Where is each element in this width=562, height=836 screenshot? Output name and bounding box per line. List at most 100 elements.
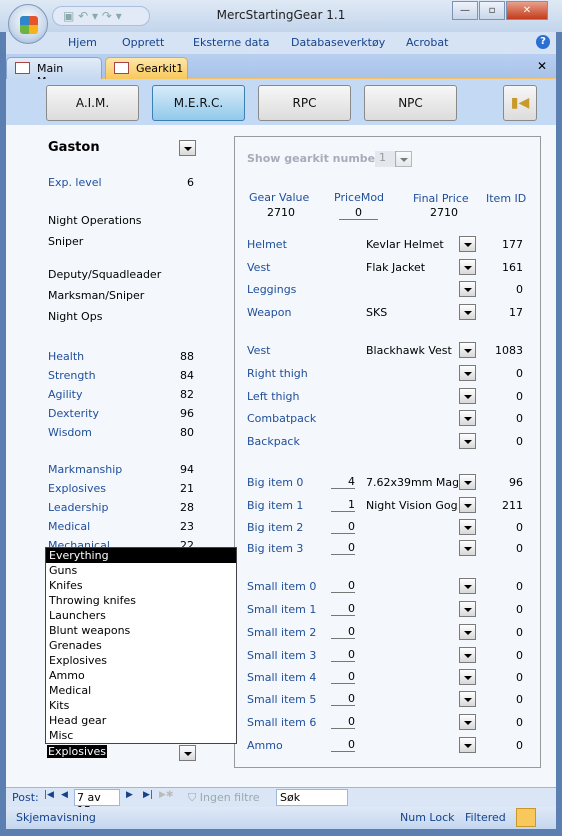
dropdown-option[interactable]: Knifes: [46, 578, 236, 593]
dropdown-option[interactable]: Medical: [46, 683, 236, 698]
item-dropdown-button[interactable]: [459, 691, 476, 707]
ribbon-tab-eksterne-data[interactable]: Eksterne data: [193, 36, 269, 49]
previous-record-icon[interactable]: ◀: [61, 790, 68, 800]
item-dropdown-button[interactable]: [459, 669, 476, 685]
skill-value: 94: [180, 463, 194, 476]
attribute-value: 80: [180, 426, 194, 439]
skill-label: Explosives: [48, 482, 107, 495]
filter-button[interactable]: ⛉ Ingen filtre: [188, 791, 260, 805]
quantity-input[interactable]: 0: [331, 602, 355, 616]
item-dropdown-button[interactable]: [459, 497, 476, 513]
quantity-input[interactable]: 0: [331, 692, 355, 706]
help-icon[interactable]: ?: [536, 35, 550, 49]
item-id: 0: [516, 716, 523, 729]
dropdown-option[interactable]: Blunt weapons: [46, 623, 236, 638]
quantity-input[interactable]: 0: [331, 648, 355, 662]
pricemod-label: PriceMod: [334, 191, 385, 204]
dropdown-option[interactable]: Guns: [46, 563, 236, 578]
item-dropdown-button[interactable]: [459, 365, 476, 381]
item-dropdown-button[interactable]: [459, 601, 476, 617]
quantity-input[interactable]: 0: [331, 738, 355, 752]
maximize-button[interactable]: ▫: [479, 1, 505, 20]
merc-select-dropdown-button[interactable]: [179, 140, 196, 156]
item-dropdown-button[interactable]: [459, 474, 476, 490]
quantity-input[interactable]: 0: [331, 625, 355, 639]
item-id: 1083: [495, 344, 523, 357]
search-input[interactable]: Søk: [276, 789, 348, 806]
gearkit-number-select[interactable]: 1: [375, 151, 397, 167]
exit-door-icon[interactable]: ▮◀: [503, 85, 537, 121]
slot-label: Leggings: [247, 283, 297, 296]
dropdown-option[interactable]: Ammo: [46, 668, 236, 683]
item-name-input[interactable]: SKS: [366, 306, 458, 319]
item-dropdown-button[interactable]: [459, 410, 476, 426]
skill-label: Medical: [48, 520, 91, 533]
tab-label: Gearkit1: [136, 62, 184, 75]
slot-label: Left thigh: [247, 390, 300, 403]
tab-gearkit1[interactable]: Gearkit1: [105, 57, 188, 79]
category-dropdown-button[interactable]: [179, 745, 196, 761]
ribbon-tab-hjem[interactable]: Hjem: [68, 36, 97, 49]
pricemod-input[interactable]: 0: [339, 206, 378, 220]
dropdown-option[interactable]: Launchers: [46, 608, 236, 623]
item-dropdown-button[interactable]: [459, 624, 476, 640]
ribbon-tab-opprett[interactable]: Opprett: [122, 36, 164, 49]
dropdown-option[interactable]: Throwing knifes: [46, 593, 236, 608]
slot-label: Small item 5: [247, 693, 317, 706]
dropdown-option[interactable]: Misc: [46, 728, 236, 743]
dropdown-option[interactable]: Explosives: [46, 653, 236, 668]
gearkit-number-dropdown-button[interactable]: [395, 151, 412, 167]
item-dropdown-button[interactable]: [459, 388, 476, 404]
quantity-input[interactable]: 1: [331, 498, 355, 512]
quantity-input[interactable]: 0: [331, 715, 355, 729]
close-document-icon[interactable]: ✕: [537, 59, 547, 73]
skill-value: 23: [180, 520, 194, 533]
item-name-input[interactable]: Night Vision Gogg: [366, 499, 458, 512]
record-number-input[interactable]: 7 av 15: [74, 789, 120, 817]
form-view-icon[interactable]: [516, 808, 536, 827]
item-dropdown-button[interactable]: [459, 737, 476, 753]
npc-button[interactable]: NPC: [364, 85, 457, 121]
item-name-input[interactable]: 7.62x39mm Mag,: [366, 476, 458, 489]
aim-button[interactable]: A.I.M.: [46, 85, 139, 121]
item-dropdown-button[interactable]: [459, 236, 476, 252]
next-record-icon[interactable]: ▶: [126, 790, 133, 800]
close-button[interactable]: ✕: [506, 1, 548, 20]
dropdown-option[interactable]: Head gear: [46, 713, 236, 728]
item-dropdown-button[interactable]: [459, 342, 476, 358]
dropdown-option[interactable]: Everything: [46, 548, 236, 563]
item-name-input[interactable]: Blackhawk Vest: [366, 344, 458, 357]
minimize-button[interactable]: —: [452, 1, 478, 20]
last-record-icon[interactable]: ▶|: [143, 790, 153, 800]
item-dropdown-button[interactable]: [459, 433, 476, 449]
item-dropdown-button[interactable]: [459, 714, 476, 730]
quantity-input[interactable]: 0: [331, 579, 355, 593]
merc-button[interactable]: M.E.R.C.: [152, 85, 245, 121]
dropdown-option[interactable]: Grenades: [46, 638, 236, 653]
item-dropdown-button[interactable]: [459, 540, 476, 556]
item-id: 17: [509, 306, 523, 319]
tab-main-menu[interactable]: Main Menu: [6, 57, 102, 88]
category-selected-value[interactable]: Explosives: [47, 745, 108, 758]
item-dropdown-button[interactable]: [459, 304, 476, 320]
quick-access-toolbar[interactable]: ▣ ↶ ▾ ↷ ▾: [52, 6, 150, 26]
quantity-input[interactable]: 0: [331, 670, 355, 684]
item-dropdown-button[interactable]: [459, 647, 476, 663]
rpc-button[interactable]: RPC: [258, 85, 351, 121]
quantity-input[interactable]: 4: [331, 475, 355, 489]
ribbon-tab-databaseverktoy[interactable]: Databaseverktøy: [291, 36, 385, 49]
item-name-input[interactable]: Flak Jacket: [366, 261, 458, 274]
item-dropdown-button[interactable]: [459, 578, 476, 594]
item-dropdown-button[interactable]: [459, 281, 476, 297]
item-name-input[interactable]: Kevlar Helmet: [366, 238, 458, 251]
dropdown-option[interactable]: Kits: [46, 698, 236, 713]
quantity-input[interactable]: 0: [331, 520, 355, 534]
category-dropdown-list[interactable]: Everything Guns Knifes Throwing knifes Launc…: [45, 547, 237, 744]
first-record-icon[interactable]: |◀: [44, 790, 54, 800]
quantity-input[interactable]: 0: [331, 541, 355, 555]
new-record-icon[interactable]: ▶✱: [159, 790, 173, 800]
item-dropdown-button[interactable]: [459, 259, 476, 275]
office-button[interactable]: [8, 4, 48, 44]
item-dropdown-button[interactable]: [459, 519, 476, 535]
ribbon-tab-acrobat[interactable]: Acrobat: [406, 36, 448, 49]
